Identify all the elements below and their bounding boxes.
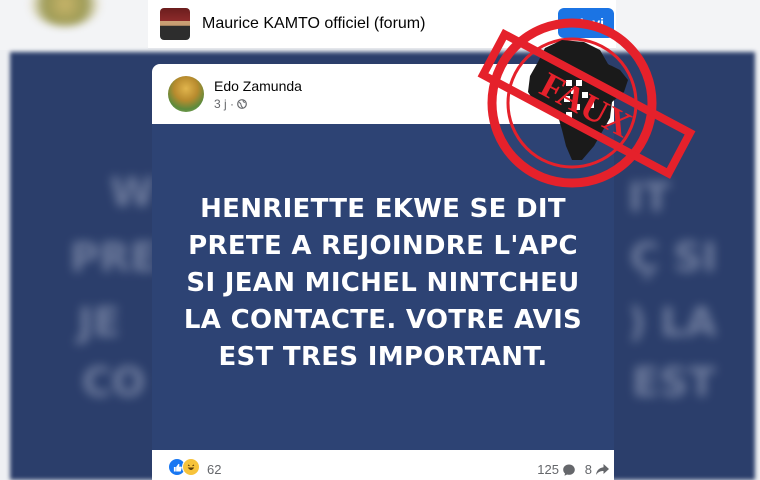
author-avatar[interactable] [168, 76, 204, 112]
reaction-count[interactable]: 62 [207, 462, 221, 477]
globe-icon [237, 99, 247, 109]
background-ghost-text: ) LA [628, 300, 717, 346]
invite-button[interactable]: + Invi [557, 8, 614, 38]
haha-icon [182, 458, 200, 476]
background-ghost-text: CO [82, 360, 146, 406]
background-ghost-text: Ç SI [630, 235, 717, 281]
reaction-icons[interactable] [168, 458, 200, 476]
comment-icon [563, 464, 575, 476]
post-meta: 3 j · [214, 97, 247, 111]
background-ghost-text: PRE [70, 235, 158, 281]
group-name[interactable]: Maurice KAMTO officiel (forum) [202, 15, 425, 33]
group-header: Maurice KAMTO officiel (forum) + Invi [148, 0, 616, 49]
background-ghost-text: IT [628, 175, 671, 221]
share-count[interactable]: 8 [585, 462, 610, 477]
post-image[interactable]: HENRIETTE EKWE SE DIT PRETE A REJOINDRE … [152, 124, 614, 450]
background-ghost-text: EST [632, 360, 716, 406]
group-avatar[interactable] [160, 8, 190, 40]
reactions-bar: 62 125 8 [152, 456, 614, 480]
comment-count-value: 125 [537, 462, 559, 477]
author-name[interactable]: Edo Zamunda [214, 78, 302, 94]
post-card: Edo Zamunda 3 j · HENRIETTE EKWE SE DIT … [152, 64, 614, 480]
background-ghost-text: W [110, 170, 155, 216]
post-image-text: HENRIETTE EKWE SE DIT PRETE A REJOINDRE … [183, 193, 583, 372]
background-ghost-text: JE [78, 300, 121, 346]
comment-count[interactable]: 125 [537, 462, 576, 477]
share-icon [596, 464, 609, 475]
post-time[interactable]: 3 j · [214, 97, 234, 111]
share-count-value: 8 [584, 462, 592, 477]
